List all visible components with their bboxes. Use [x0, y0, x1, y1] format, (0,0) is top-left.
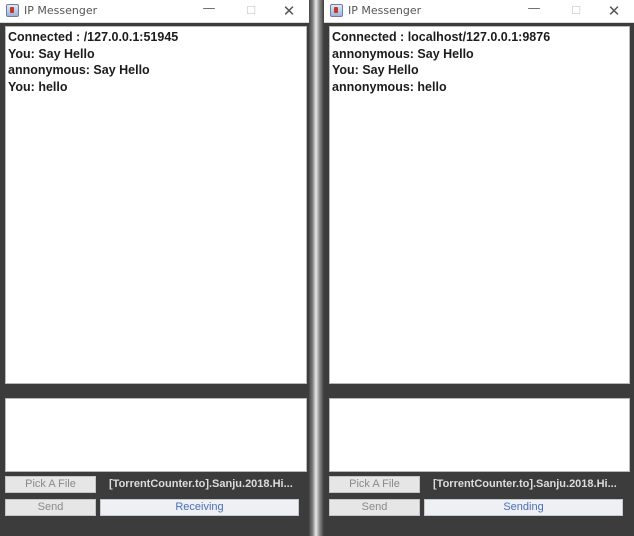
maximize-icon[interactable]: ☐ [237, 2, 265, 20]
desktop-background [307, 0, 325, 536]
title-bar[interactable]: IP Messenger — ☐ ✕ [324, 0, 634, 23]
message-input[interactable] [5, 398, 307, 472]
chat-log[interactable]: Connected : localhost/127.0.0.1:9876 ann… [329, 26, 630, 384]
chat-line: annonymous: Say Hello [332, 46, 474, 61]
java-app-icon [330, 4, 343, 17]
window-title: IP Messenger [348, 4, 422, 17]
send-button[interactable]: Send [5, 499, 96, 516]
ip-messenger-window-receiver: IP Messenger — ☐ ✕ Connected : /127.0.0.… [0, 0, 309, 536]
java-app-icon [6, 4, 19, 17]
pick-file-button[interactable]: Pick A File [5, 476, 96, 493]
chat-line: You: hello [8, 79, 68, 94]
chat-line: Connected : localhost/127.0.0.1:9876 [332, 30, 551, 44]
pick-file-button[interactable]: Pick A File [329, 476, 420, 493]
chat-line: annonymous: hello [332, 79, 447, 94]
transfer-status: Sending [424, 499, 623, 516]
transfer-status: Receiving [100, 499, 299, 516]
ip-messenger-window-sender: IP Messenger — ☐ ✕ Connected : localhost… [324, 0, 634, 536]
chat-log[interactable]: Connected : /127.0.0.1:51945 You: Say He… [5, 26, 307, 384]
close-icon[interactable]: ✕ [600, 2, 628, 20]
close-icon[interactable]: ✕ [275, 2, 303, 20]
selected-file-name: [TorrentCounter.to].Sanju.2018.Hi... [433, 478, 617, 490]
title-bar[interactable]: IP Messenger — ☐ ✕ [0, 0, 309, 23]
chat-line: You: Say Hello [8, 46, 95, 61]
minimize-icon[interactable]: — [195, 0, 223, 18]
minimize-icon[interactable]: — [520, 0, 548, 18]
message-input[interactable] [329, 398, 630, 472]
selected-file-name: [TorrentCounter.to].Sanju.2018.Hi... [109, 478, 293, 490]
chat-line: You: Say Hello [332, 63, 419, 77]
chat-line: annonymous: Say Hello [8, 63, 150, 77]
window-title: IP Messenger [24, 4, 98, 17]
send-button[interactable]: Send [329, 499, 420, 516]
maximize-icon[interactable]: ☐ [562, 2, 590, 20]
chat-line: Connected : /127.0.0.1:51945 [8, 30, 179, 44]
